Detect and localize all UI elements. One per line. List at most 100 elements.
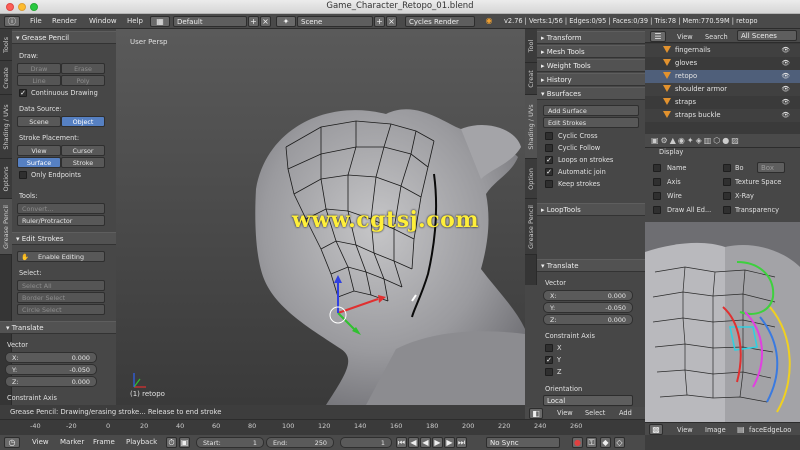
play-reverse-button[interactable]: ◀ — [420, 437, 431, 448]
remove-scene-button[interactable]: × — [386, 16, 397, 27]
convert-button[interactable]: Convert... — [17, 203, 105, 214]
redo-y-field[interactable]: Y: -0.050 — [543, 302, 633, 313]
tab-tools[interactable]: Tools — [0, 29, 12, 61]
menu-help[interactable]: Help — [127, 16, 143, 27]
cyclic-cross-checkbox[interactable] — [545, 132, 553, 140]
redo-z-field[interactable]: Z: 0.000 — [543, 314, 633, 325]
outliner-display-dropdown[interactable]: All Scenes — [737, 30, 797, 41]
looptools-panel-header[interactable]: ▸ LoopTools — [537, 203, 645, 216]
ntab-options[interactable]: Option — [525, 159, 537, 199]
visibility-icon[interactable]: 👁 — [781, 96, 790, 109]
add-surface-button[interactable]: Add Surface — [543, 105, 639, 116]
timeline-playback-menu[interactable]: Playback — [126, 437, 157, 448]
image-view-menu[interactable]: View — [677, 426, 693, 434]
outliner-row[interactable]: fingernails 👁 — [645, 44, 800, 57]
menu-render[interactable]: Render — [52, 16, 77, 27]
sync-dropdown[interactable]: No Sync — [486, 437, 560, 448]
edit-strokes-panel-header[interactable]: ▾ Edit Strokes — [12, 232, 116, 245]
timeline-view-menu[interactable]: View — [32, 437, 49, 448]
translate-z-field[interactable]: Z: 0.000 — [5, 376, 97, 387]
name-checkbox[interactable] — [653, 164, 661, 172]
xray-checkbox[interactable] — [723, 192, 731, 200]
layout-icon[interactable]: ▦ — [150, 16, 170, 27]
footer-view-menu[interactable]: View — [557, 409, 573, 417]
translate-x-field[interactable]: X: 0.000 — [5, 352, 97, 363]
history-panel-header[interactable]: ▸ History — [537, 73, 645, 86]
redo-x-field[interactable]: X: 0.000 — [543, 290, 633, 301]
scene-dropdown[interactable]: Scene — [297, 16, 373, 27]
timeline-frame-menu[interactable]: Frame — [93, 437, 115, 448]
data-source-object-button[interactable]: Object — [61, 116, 105, 127]
record-button[interactable]: ● — [572, 437, 583, 448]
outliner-view-menu[interactable]: View — [677, 33, 693, 41]
erase-button[interactable]: Erase — [61, 63, 105, 74]
placement-view-button[interactable]: View — [17, 145, 61, 156]
edit-strokes-button[interactable]: Edit Strokes — [543, 117, 639, 128]
current-frame-field[interactable]: 1 — [340, 437, 392, 448]
only-endpoints-checkbox[interactable] — [19, 171, 27, 179]
add-layout-button[interactable]: + — [248, 16, 259, 27]
jump-end-button[interactable]: ⏭ — [456, 437, 467, 448]
footer-select-menu[interactable]: Select — [585, 409, 605, 417]
menu-file[interactable]: File — [30, 16, 42, 27]
outliner-row[interactable]: gloves 👁 — [645, 57, 800, 70]
end-frame-field[interactable]: End: 250 — [266, 437, 334, 448]
image-editor[interactable]: ▩ View Image ▤ faceEdgeLoo — [645, 222, 800, 435]
image-editor-type-icon[interactable]: ▩ — [649, 424, 663, 435]
placement-cursor-button[interactable]: Cursor — [61, 145, 105, 156]
grease-pencil-panel-header[interactable]: ▾ Grease Pencil — [12, 31, 116, 44]
image-name-field[interactable]: faceEdgeLoo — [749, 426, 791, 434]
menu-window[interactable]: Window — [89, 16, 117, 27]
loops-on-strokes-checkbox[interactable]: ✓ — [545, 156, 553, 164]
timeline-marker-menu[interactable]: Marker — [60, 437, 84, 448]
ntab-grease-pencil[interactable]: Grease Pencil — [525, 199, 537, 255]
editor-type-button[interactable]: ⓘ — [4, 16, 20, 27]
start-frame-field[interactable]: Start: 1 — [196, 437, 264, 448]
3d-viewport[interactable]: User Persp www.cgtsj.com (1) retopo — [116, 29, 525, 405]
delete-keyframe-button[interactable]: ◇ — [614, 437, 625, 448]
border-select-button[interactable]: Border Select — [17, 292, 105, 303]
add-scene-button[interactable]: + — [374, 16, 385, 27]
mesh-tools-panel-header[interactable]: ▸ Mesh Tools — [537, 45, 645, 58]
transform-panel-header[interactable]: ▸ Transform — [537, 31, 645, 44]
layout-dropdown[interactable]: Default — [173, 16, 247, 27]
redo-translate-header[interactable]: ▾ Translate — [537, 259, 645, 272]
wire-checkbox[interactable] — [653, 192, 661, 200]
orientation-dropdown[interactable]: Local — [543, 395, 633, 406]
bounds-checkbox[interactable] — [723, 164, 731, 172]
editor-type-icon[interactable]: ◧ — [529, 408, 543, 419]
tab-create[interactable]: Create — [0, 61, 12, 95]
outliner-row[interactable]: retopo 👁 — [645, 70, 800, 83]
line-button[interactable]: Line — [17, 75, 61, 86]
insert-keyframe-button[interactable]: ◆ — [600, 437, 611, 448]
render-engine-dropdown[interactable]: Cycles Render — [405, 16, 475, 27]
visibility-icon[interactable]: 👁 — [781, 70, 790, 83]
tab-options[interactable]: Options — [0, 159, 12, 199]
bounds-type-dropdown[interactable]: Box — [757, 162, 785, 173]
texture-space-checkbox[interactable] — [723, 178, 731, 186]
draw-all-edges-checkbox[interactable] — [653, 206, 661, 214]
keep-strokes-checkbox[interactable] — [545, 180, 553, 188]
constraint-y-checkbox[interactable]: ✓ — [545, 356, 553, 364]
constraint-z-checkbox[interactable] — [545, 368, 553, 376]
visibility-icon[interactable]: 👁 — [781, 44, 790, 57]
footer-add-menu[interactable]: Add — [619, 409, 632, 417]
translate-panel-header[interactable]: ▾ Translate — [0, 321, 116, 334]
enable-editing-button[interactable]: ✋ Enable Editing — [17, 251, 105, 262]
timeline-ruler[interactable]: -40 -20 0 20 40 60 80 100 120 140 160 18… — [0, 420, 645, 435]
circle-select-button[interactable]: Circle Select — [17, 304, 105, 315]
ruler-protractor-button[interactable]: Ruler/Protractor — [17, 215, 105, 226]
draw-button[interactable]: Draw — [17, 63, 61, 74]
visibility-icon[interactable]: 👁 — [781, 109, 790, 122]
image-browse-icon[interactable]: ▤ — [737, 425, 745, 434]
continuous-drawing-checkbox[interactable]: ✓ — [19, 89, 27, 97]
poly-button[interactable]: Poly — [61, 75, 105, 86]
outliner-row[interactable]: shoulder armor 👁 — [645, 83, 800, 96]
outliner-type-icon[interactable]: ☰ — [650, 31, 666, 42]
tab-shading-uvs[interactable]: Shading / UVs — [0, 95, 12, 159]
timeline-type-icon[interactable]: ◷ — [4, 437, 20, 448]
bsurfaces-panel-header[interactable]: ▾ Bsurfaces — [537, 87, 645, 100]
weight-tools-panel-header[interactable]: ▸ Weight Tools — [537, 59, 645, 72]
ntab-tool[interactable]: Tool — [525, 29, 537, 63]
outliner-row[interactable]: straps 👁 — [645, 96, 800, 109]
